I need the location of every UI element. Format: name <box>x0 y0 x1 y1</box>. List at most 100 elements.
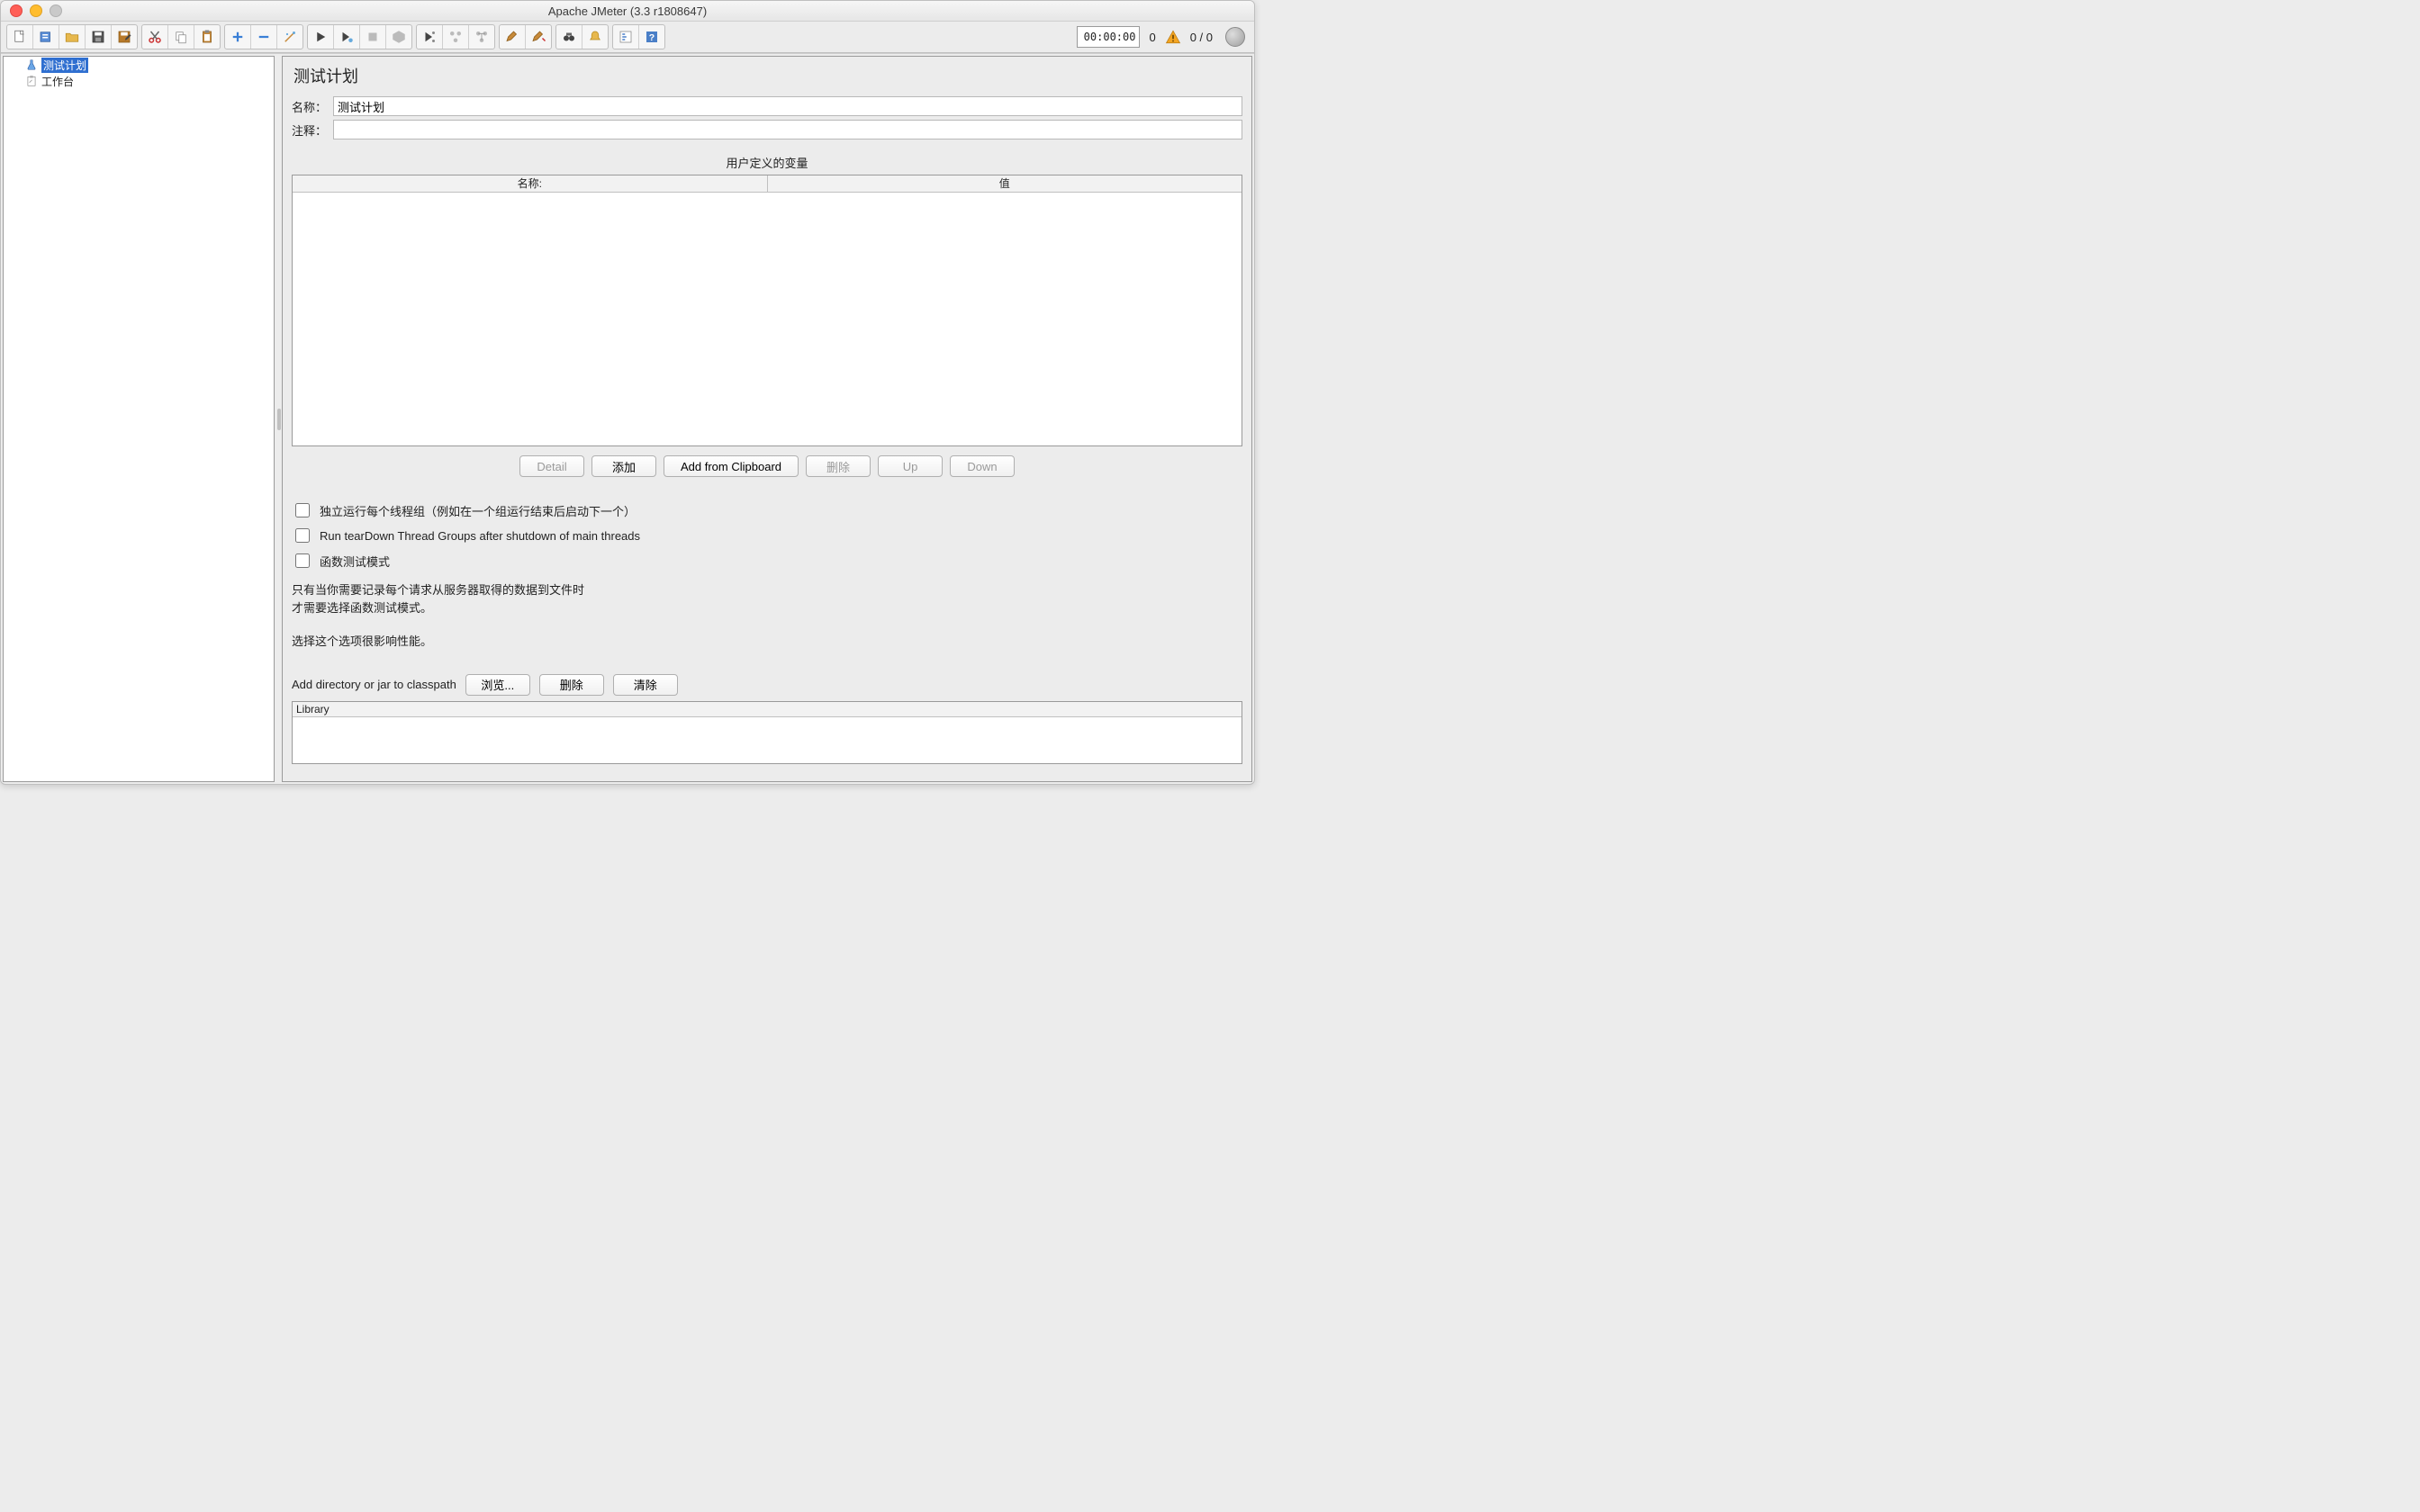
help-text-2: 才需要选择函数测试模式。 <box>292 599 1242 617</box>
new-button[interactable] <box>7 25 33 49</box>
function-helper-button[interactable] <box>613 25 639 49</box>
clear-button[interactable] <box>500 25 526 49</box>
binoculars-icon <box>561 29 577 45</box>
paste-button[interactable] <box>194 25 220 49</box>
library-header[interactable]: Library <box>293 702 1242 717</box>
add-from-clipboard-button[interactable]: Add from Clipboard <box>664 455 799 477</box>
plus-icon <box>230 29 246 45</box>
broom-icon <box>504 29 520 45</box>
name-label: 名称： <box>292 98 333 115</box>
start-no-pause-button[interactable] <box>334 25 360 49</box>
browse-button[interactable]: 浏览... <box>465 674 530 696</box>
warning-icon <box>1165 29 1181 45</box>
save-as-icon <box>116 29 132 45</box>
remote-shutdown-button[interactable] <box>469 25 494 49</box>
function-icon <box>618 29 634 45</box>
play-icon <box>312 29 329 45</box>
cut-button[interactable] <box>142 25 168 49</box>
clear-all-button[interactable] <box>526 25 551 49</box>
vars-buttons: Detail 添加 Add from Clipboard 删除 Up Down <box>292 455 1242 477</box>
check-functional[interactable]: 函数测试模式 <box>292 551 1242 571</box>
open-button[interactable] <box>59 25 86 49</box>
svg-text:?: ? <box>649 32 655 43</box>
save-icon <box>90 29 106 45</box>
help-button[interactable]: ? <box>639 25 664 49</box>
add-button[interactable]: 添加 <box>591 455 656 477</box>
thread-count: 0 / 0 <box>1185 31 1218 44</box>
classpath-label: Add directory or jar to classpath <box>292 678 456 691</box>
toggle-button[interactable] <box>277 25 302 49</box>
copy-button[interactable] <box>168 25 194 49</box>
new-file-icon <box>12 29 28 45</box>
table-header: 名称: 值 <box>293 176 1242 193</box>
paste-icon <box>199 29 215 45</box>
classpath-clear-button[interactable]: 清除 <box>613 674 678 696</box>
tree-item-label: 测试计划 <box>41 58 88 73</box>
elapsed-timer: 00:00:00 <box>1077 26 1140 48</box>
collapse-button[interactable] <box>251 25 277 49</box>
flask-icon <box>25 58 38 71</box>
stop-icon <box>365 29 381 45</box>
bell-icon <box>587 29 603 45</box>
shutdown-button[interactable] <box>386 25 411 49</box>
col-value[interactable]: 值 <box>768 176 1242 192</box>
up-button[interactable]: Up <box>878 455 943 477</box>
tree-item-label: 工作台 <box>41 74 74 89</box>
help-text-1: 只有当你需要记录每个请求从服务器取得的数据到文件时 <box>292 581 1242 599</box>
play-skip-icon <box>339 29 355 45</box>
reset-search-button[interactable] <box>582 25 608 49</box>
clipboard-icon <box>25 75 38 87</box>
vars-title: 用户定义的变量 <box>292 154 1242 171</box>
remote-start-icon <box>421 29 438 45</box>
checkbox-teardown[interactable] <box>295 528 310 543</box>
cut-icon <box>147 29 163 45</box>
body: 测试计划 工作台 测试计划 名称： 注释： 用户定义的变量 <box>1 53 1254 784</box>
table-body[interactable] <box>293 193 1242 446</box>
editor-panel: 测试计划 名称： 注释： 用户定义的变量 名称: 值 <box>282 56 1252 782</box>
remote-stop-icon <box>447 29 464 45</box>
broom-all-icon <box>530 29 546 45</box>
search-button[interactable] <box>556 25 582 49</box>
app-window: Apache JMeter (3.3 r1808647) <box>0 0 1255 785</box>
copy-icon <box>173 29 189 45</box>
remote-start-button[interactable] <box>417 25 443 49</box>
help-icon: ? <box>644 29 660 45</box>
save-button[interactable] <box>86 25 112 49</box>
stop-button[interactable] <box>360 25 386 49</box>
down-button[interactable]: Down <box>950 455 1015 477</box>
name-input[interactable] <box>333 96 1242 116</box>
open-icon <box>64 29 80 45</box>
vars-table[interactable]: 名称: 值 <box>292 175 1242 446</box>
check-teardown[interactable]: Run tearDown Thread Groups after shutdow… <box>292 526 1242 545</box>
classpath-delete-button[interactable]: 删除 <box>539 674 604 696</box>
tree-panel[interactable]: 测试计划 工作台 <box>3 56 275 782</box>
checkbox-functional[interactable] <box>295 554 310 568</box>
templates-button[interactable] <box>33 25 59 49</box>
tree-item-test-plan[interactable]: 测试计划 <box>4 57 274 73</box>
col-name[interactable]: 名称: <box>293 176 768 192</box>
checkbox-serial[interactable] <box>295 503 310 518</box>
start-button[interactable] <box>308 25 334 49</box>
tree-item-workbench[interactable]: 工作台 <box>4 73 274 89</box>
panel-title: 测试计划 <box>293 64 1242 87</box>
titlebar: Apache JMeter (3.3 r1808647) <box>1 1 1254 22</box>
comment-label: 注释： <box>292 122 333 139</box>
delete-button[interactable]: 删除 <box>806 455 871 477</box>
check-serial[interactable]: 独立运行每个线程组（例如在一个组运行结束后启动下一个） <box>292 500 1242 520</box>
templates-icon <box>38 29 54 45</box>
shutdown-icon <box>391 29 407 45</box>
window-title: Apache JMeter (3.3 r1808647) <box>1 4 1254 18</box>
toolbar: ? 00:00:00 0 0 / 0 <box>1 22 1254 53</box>
remote-shutdown-icon <box>474 29 490 45</box>
remote-stop-button[interactable] <box>443 25 469 49</box>
minus-icon <box>256 29 272 45</box>
expand-button[interactable] <box>225 25 251 49</box>
save-as-button[interactable] <box>112 25 137 49</box>
help-text-3: 选择这个选项很影响性能。 <box>292 633 1242 651</box>
detail-button[interactable]: Detail <box>519 455 584 477</box>
comment-input[interactable] <box>333 120 1242 140</box>
error-count: 0 <box>1143 31 1160 44</box>
wand-icon <box>282 29 298 45</box>
library-table[interactable]: Library <box>292 701 1242 764</box>
status-indicator-icon <box>1225 27 1245 47</box>
